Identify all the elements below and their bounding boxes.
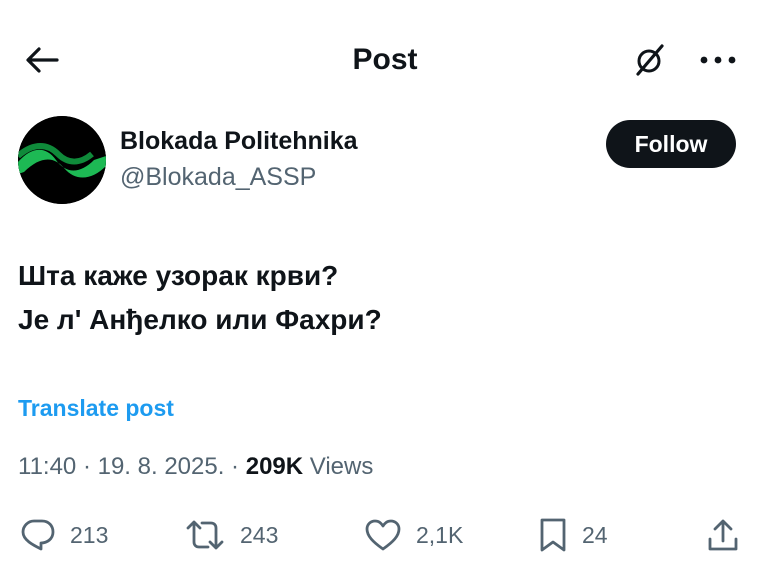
- share-icon: [706, 517, 740, 553]
- bookmark-icon: [538, 517, 568, 553]
- avatar[interactable]: [18, 116, 106, 204]
- bookmark-button[interactable]: 24: [538, 512, 608, 558]
- author-row: Blokada Politehnika @Blokada_ASSP Follow: [0, 112, 770, 208]
- bookmark-count: 24: [582, 522, 608, 548]
- post-meta: 11:40 · 19. 8. 2025. · 209K Views: [18, 452, 373, 482]
- separator-dot: ·: [76, 453, 98, 480]
- author-name[interactable]: Blokada Politehnika: [120, 126, 358, 156]
- reply-count: 213: [70, 522, 109, 548]
- views-label: Views: [309, 453, 374, 480]
- reply-button[interactable]: 213: [20, 512, 108, 558]
- more-options-button[interactable]: [690, 40, 746, 80]
- repost-button[interactable]: 243: [184, 512, 278, 558]
- author-handle[interactable]: @Blokada_ASSP: [120, 162, 316, 192]
- repost-icon: [184, 518, 226, 552]
- action-bar: 213 243 2,1K 24: [0, 512, 770, 558]
- top-bar: Post: [0, 28, 770, 92]
- like-icon: [364, 518, 402, 552]
- like-button[interactable]: 2,1K: [364, 512, 463, 558]
- post-text: Шта каже узорак крви? Је л' Анђелко или …: [18, 254, 738, 342]
- grok-icon: [634, 43, 666, 77]
- translate-post-link[interactable]: Translate post: [18, 394, 174, 422]
- post-text-line: Је л' Анђелко или Фахри?: [18, 304, 382, 335]
- reply-icon: [20, 518, 56, 552]
- repost-count: 243: [240, 522, 279, 548]
- views-count: 209K: [245, 453, 304, 480]
- share-button[interactable]: [706, 512, 740, 558]
- grok-button[interactable]: [628, 40, 672, 80]
- separator-dot: ·: [224, 453, 246, 480]
- post-time[interactable]: 11:40: [18, 453, 76, 480]
- post-text-line: Шта каже узорак крви?: [18, 260, 339, 291]
- avatar-logo-icon: [18, 116, 106, 204]
- more-horizontal-icon: [698, 55, 738, 65]
- follow-button[interactable]: Follow: [606, 120, 736, 168]
- post-date[interactable]: 19. 8. 2025.: [98, 453, 225, 480]
- like-count: 2,1K: [416, 522, 464, 548]
